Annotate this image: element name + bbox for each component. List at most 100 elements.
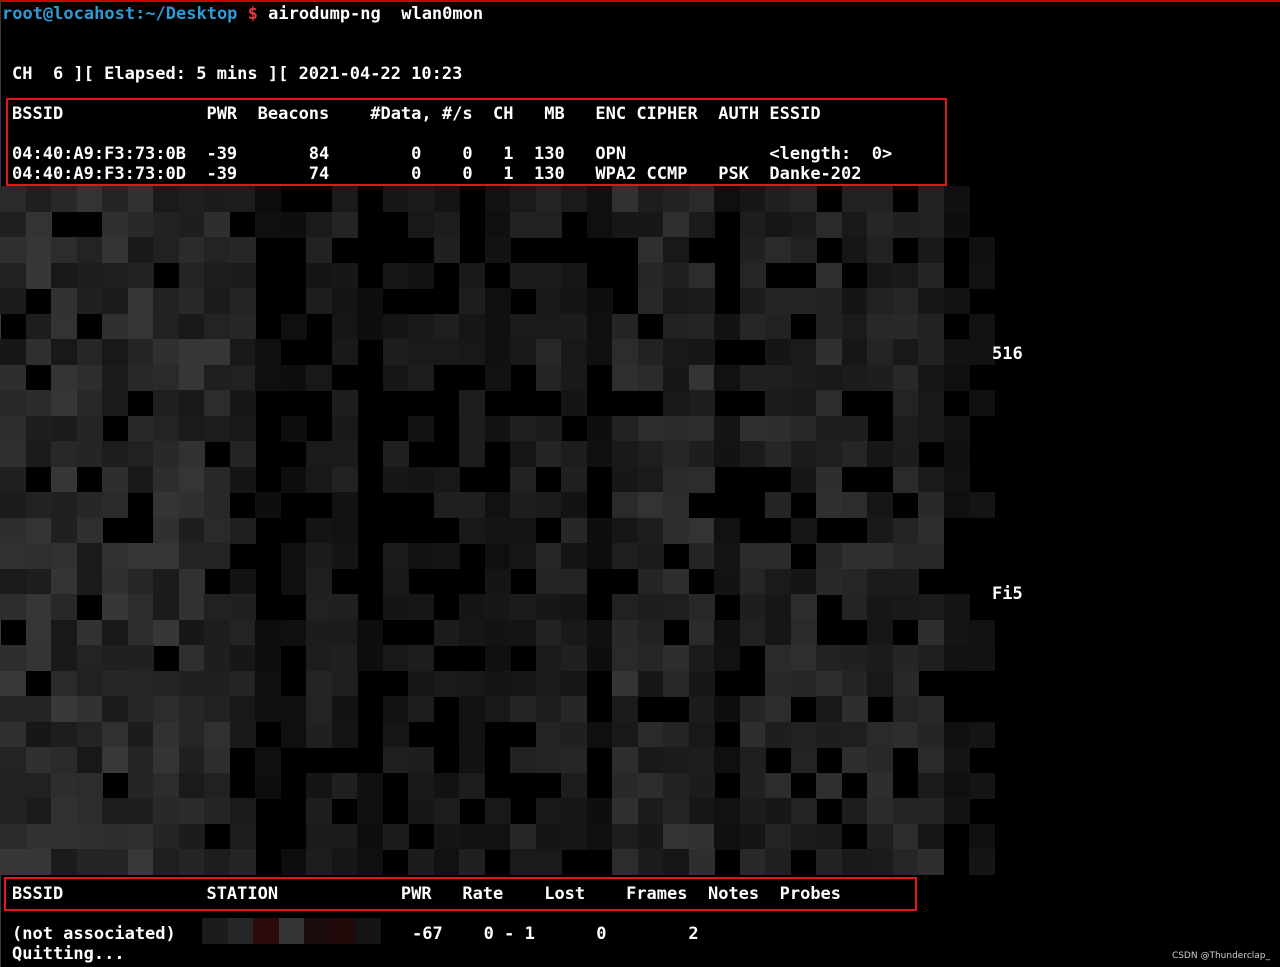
mosaic-block xyxy=(51,671,77,697)
mosaic-block xyxy=(842,645,868,671)
mosaic-block xyxy=(102,696,128,722)
mosaic-block xyxy=(128,798,154,824)
mosaic-block xyxy=(918,543,944,569)
mosaic-block xyxy=(969,263,995,289)
mosaic-block xyxy=(740,569,766,595)
mosaic-block xyxy=(26,773,52,799)
mosaic-block xyxy=(918,390,944,416)
mosaic-block xyxy=(204,849,230,875)
mosaic-block xyxy=(51,722,77,748)
mosaic-block xyxy=(77,339,103,365)
mosaic-block xyxy=(510,441,536,467)
mosaic-block xyxy=(383,186,409,212)
mosaic-block xyxy=(0,288,26,314)
mosaic-block xyxy=(791,594,817,620)
mosaic-block xyxy=(944,773,970,799)
mosaic-block xyxy=(306,212,332,238)
mosaic-block xyxy=(510,492,536,518)
mosaic-block xyxy=(561,518,587,544)
mosaic-block xyxy=(485,620,511,646)
mosaic-block xyxy=(230,824,256,850)
mosaic-block xyxy=(459,314,485,340)
mosaic-block xyxy=(714,569,740,595)
mosaic-block xyxy=(663,747,689,773)
mosaic-block xyxy=(306,518,332,544)
mosaic-block xyxy=(918,594,944,620)
mosaic-block xyxy=(179,186,205,212)
mosaic-block xyxy=(51,339,77,365)
mosaic-block xyxy=(459,594,485,620)
mosaic-block xyxy=(102,594,128,620)
mosaic-block xyxy=(51,314,77,340)
mosaic-block xyxy=(791,620,817,646)
mosaic-block xyxy=(102,620,128,646)
mosaic-block xyxy=(587,416,613,442)
mosaic-block xyxy=(689,467,715,493)
mosaic-block xyxy=(663,849,689,875)
prompt-user-host: root@locahost xyxy=(2,4,136,24)
mosaic-block xyxy=(77,390,103,416)
mosaic-block xyxy=(0,263,26,289)
mosaic-block xyxy=(255,186,281,212)
mosaic-block xyxy=(561,747,587,773)
mosaic-block xyxy=(128,543,154,569)
mosaic-block xyxy=(255,645,281,671)
mosaic-block xyxy=(536,212,562,238)
mosaic-block xyxy=(893,467,919,493)
mosaic-block xyxy=(255,365,281,391)
mosaic-block xyxy=(26,441,52,467)
mosaic-block xyxy=(689,849,715,875)
mosaic-block xyxy=(918,798,944,824)
mosaic-block xyxy=(689,314,715,340)
mosaic-block xyxy=(842,747,868,773)
mosaic-block xyxy=(689,288,715,314)
mosaic-block xyxy=(153,671,179,697)
mosaic-block xyxy=(791,518,817,544)
mosaic-block xyxy=(459,671,485,697)
mosaic-block xyxy=(434,798,460,824)
watermark: CSDN @Thunderclap_ xyxy=(1171,951,1270,961)
mosaic-block xyxy=(0,849,26,875)
mosaic-block xyxy=(332,339,358,365)
mosaic-block xyxy=(0,798,26,824)
mosaic-block xyxy=(893,798,919,824)
mosaic-block xyxy=(383,263,409,289)
mosaic-block xyxy=(663,212,689,238)
mosaic-block xyxy=(689,543,715,569)
mosaic-block xyxy=(867,263,893,289)
mosaic-block xyxy=(510,186,536,212)
mosaic-block xyxy=(587,314,613,340)
mosaic-block xyxy=(816,339,842,365)
mosaic-block xyxy=(740,212,766,238)
mosaic-block xyxy=(434,492,460,518)
mosaic-block xyxy=(663,645,689,671)
mosaic-block xyxy=(332,824,358,850)
mosaic-block xyxy=(918,314,944,340)
mosaic-block xyxy=(918,288,944,314)
mosaic-block xyxy=(765,314,791,340)
mosaic-block xyxy=(51,798,77,824)
mosaic-block xyxy=(510,314,536,340)
mosaic-block xyxy=(204,467,230,493)
mosaic-block xyxy=(791,237,817,263)
mosaic-block xyxy=(51,569,77,595)
mosaic-block xyxy=(765,339,791,365)
mosaic-block xyxy=(867,441,893,467)
mosaic-block xyxy=(740,722,766,748)
mosaic-block xyxy=(867,594,893,620)
mosaic-block xyxy=(689,212,715,238)
mosaic-block xyxy=(689,518,715,544)
mosaic-block xyxy=(383,467,409,493)
mosaic-block xyxy=(459,416,485,442)
mosaic-block xyxy=(51,543,77,569)
mosaic-block xyxy=(612,722,638,748)
mosaic-block xyxy=(791,365,817,391)
mosaic-block xyxy=(536,824,562,850)
mosaic-block xyxy=(638,416,664,442)
mosaic-block xyxy=(663,594,689,620)
mosaic-block xyxy=(485,212,511,238)
mosaic-block xyxy=(612,798,638,824)
mosaic-block xyxy=(893,569,919,595)
mosaic-block xyxy=(459,849,485,875)
mosaic-block xyxy=(434,620,460,646)
